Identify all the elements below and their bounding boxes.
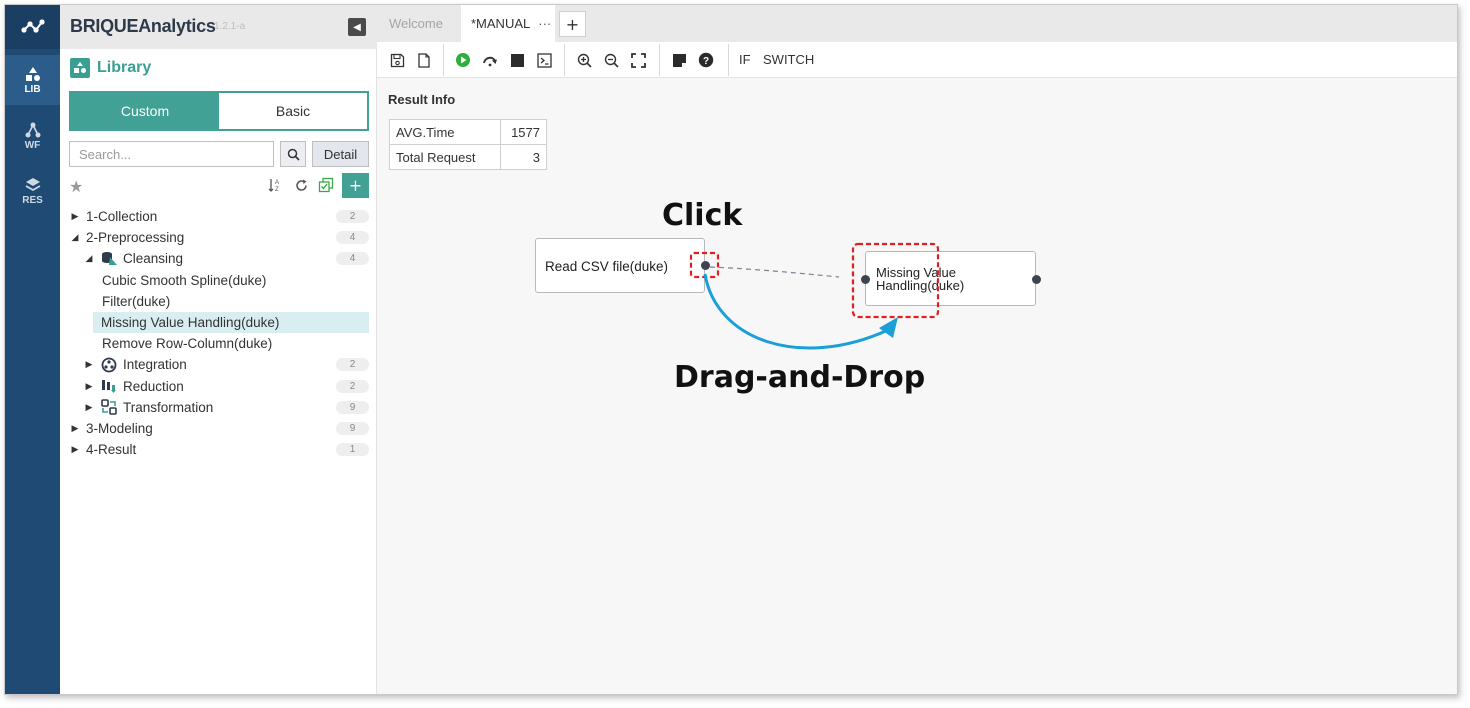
count-badge: 2 — [336, 379, 369, 393]
search-button[interactable] — [280, 141, 306, 167]
node-label-line: Handling(duke) — [876, 278, 965, 293]
library-tree: ▶ 1-Collection 2 ◢ 2-Preprocessing 4 ◢ C… — [60, 206, 377, 460]
version-label: 1.2.1-a — [214, 21, 246, 32]
sort-az-icon[interactable]: AZ — [265, 175, 285, 195]
click-annotation: Click — [662, 198, 743, 233]
tree-item-label: Cubic Smooth Spline(duke) — [102, 272, 267, 288]
output-port[interactable] — [701, 261, 710, 270]
caret-right-icon: ▶ — [71, 444, 79, 455]
tree-item-label: Cleansing — [123, 251, 184, 267]
library-header: BRIQUEAnalytics 1.2.1-a ◀ — [60, 5, 377, 49]
tree-item[interactable]: ▶ 4-Result 1 — [60, 439, 377, 460]
node-label: Read CSV file(duke) — [545, 259, 669, 274]
input-port[interactable] — [861, 275, 870, 284]
brand-name: BRIQUEAnalytics — [70, 16, 216, 36]
app-logo[interactable] — [5, 5, 60, 49]
caret-right-icon: ▶ — [71, 211, 79, 222]
workflow-connections — [709, 266, 840, 278]
tree-item-label: Reduction — [123, 378, 184, 394]
caret-right-icon: ▶ — [85, 359, 93, 370]
count-badge: 1 — [336, 443, 369, 457]
tree-item[interactable]: ▶ Reduction 2 — [60, 376, 377, 397]
tree-item[interactable]: ▶ 1-Collection 2 — [60, 206, 377, 227]
search-input[interactable] — [69, 141, 274, 167]
library-panel: BRIQUEAnalytics 1.2.1-a ◀ Library Custom… — [60, 5, 377, 694]
shapes-icon — [25, 66, 40, 81]
tree-leaf[interactable]: Remove Row-Column(duke) — [60, 333, 377, 354]
output-port[interactable] — [1032, 275, 1041, 284]
collapse-panel-button[interactable]: ◀ — [348, 18, 366, 36]
detail-button[interactable]: Detail — [312, 141, 369, 167]
tree-leaf[interactable]: Filter(duke) — [60, 291, 377, 312]
count-badge: 2 — [336, 358, 369, 372]
rail-label-res: RES — [22, 194, 43, 206]
workflow-icon — [25, 122, 40, 137]
count-badge: 9 — [336, 421, 369, 435]
workflow-area: Welcome *MANUAL ··· + ? IF SWITCH Result… — [377, 5, 1457, 694]
tree-item-label: 3-Modeling — [86, 420, 153, 436]
node-label: Missing Value Handling(duke) — [876, 266, 964, 292]
node-missing-value[interactable]: Missing Value Handling(duke) — [861, 251, 1041, 306]
pending-connection-line — [709, 266, 840, 278]
tree-item-label: 4-Result — [86, 442, 137, 458]
count-badge: 9 — [336, 400, 369, 414]
count-badge: 4 — [336, 231, 369, 245]
tree-leaf-selected[interactable]: Missing Value Handling(duke) — [93, 311, 369, 334]
tree-item-label: 1-Collection — [86, 209, 158, 225]
library-title-text: Library — [97, 59, 152, 76]
refresh-icon[interactable] — [291, 175, 311, 195]
rail-item-lib[interactable]: LIB — [5, 55, 60, 105]
tree-item-label: Filter(duke) — [102, 293, 171, 309]
caret-right-icon: ▶ — [71, 422, 79, 433]
tree-item[interactable]: ▶ Integration 2 — [60, 354, 377, 375]
drag-annotation: Drag-and-Drop — [674, 360, 926, 395]
icon-rail: LIB WF RES — [5, 5, 60, 694]
tree-item-label: 2-Preprocessing — [86, 230, 185, 246]
tree-item-label: Remove Row-Column(duke) — [102, 336, 273, 352]
tab-basic[interactable]: Basic — [219, 93, 367, 129]
tree-item-label: Integration — [123, 357, 187, 373]
tree-leaf[interactable]: Cubic Smooth Spline(duke) — [60, 270, 377, 291]
tree-item[interactable]: ▶ Transformation 9 — [60, 397, 377, 418]
layers-icon — [25, 177, 40, 191]
library-tools: ★ AZ + — [69, 173, 369, 199]
network-logo-icon — [20, 19, 45, 33]
integration-icon — [100, 357, 118, 373]
tree-item-label: Transformation — [123, 399, 214, 415]
rail-item-wf[interactable]: WF — [5, 111, 60, 161]
tree-item[interactable]: ◢ 2-Preprocessing 4 — [60, 227, 377, 248]
search-icon — [287, 148, 300, 161]
tree-item[interactable]: ◢ Cleansing 4 — [60, 248, 377, 269]
svg-text:A: A — [275, 180, 279, 186]
caret-down-icon: ◢ — [71, 232, 79, 243]
caret-right-icon: ▶ — [85, 380, 93, 391]
library-mode-switch: Custom Basic — [69, 91, 369, 131]
add-button[interactable]: + — [342, 173, 369, 198]
favorites-star-icon[interactable]: ★ — [69, 177, 83, 196]
svg-text:Z: Z — [275, 187, 279, 193]
library-icon — [70, 58, 90, 78]
transformation-icon — [100, 399, 118, 416]
rail-item-res[interactable]: RES — [5, 166, 60, 216]
chevron-left-icon: ◀ — [353, 21, 361, 33]
copy-check-icon[interactable] — [316, 175, 336, 195]
library-title: Library — [70, 58, 151, 78]
count-badge: 2 — [336, 210, 369, 223]
tree-item-label: Missing Value Handling(duke) — [101, 315, 280, 331]
cleansing-icon — [100, 251, 118, 267]
rail-label-lib: LIB — [24, 83, 41, 95]
app-window: LIB WF RES BRIQUEAnalytics 1.2.1-a ◀ Lib… — [4, 4, 1458, 695]
node-read-csv[interactable]: Read CSV file(duke) — [535, 238, 710, 293]
reduction-icon — [100, 378, 118, 394]
rail-label-wf: WF — [24, 139, 41, 151]
tree-item[interactable]: ▶ 3-Modeling 9 — [60, 418, 377, 439]
tab-custom[interactable]: Custom — [71, 93, 219, 129]
caret-right-icon: ▶ — [85, 401, 93, 412]
caret-down-icon: ◢ — [85, 253, 93, 264]
count-badge: 4 — [336, 252, 369, 266]
